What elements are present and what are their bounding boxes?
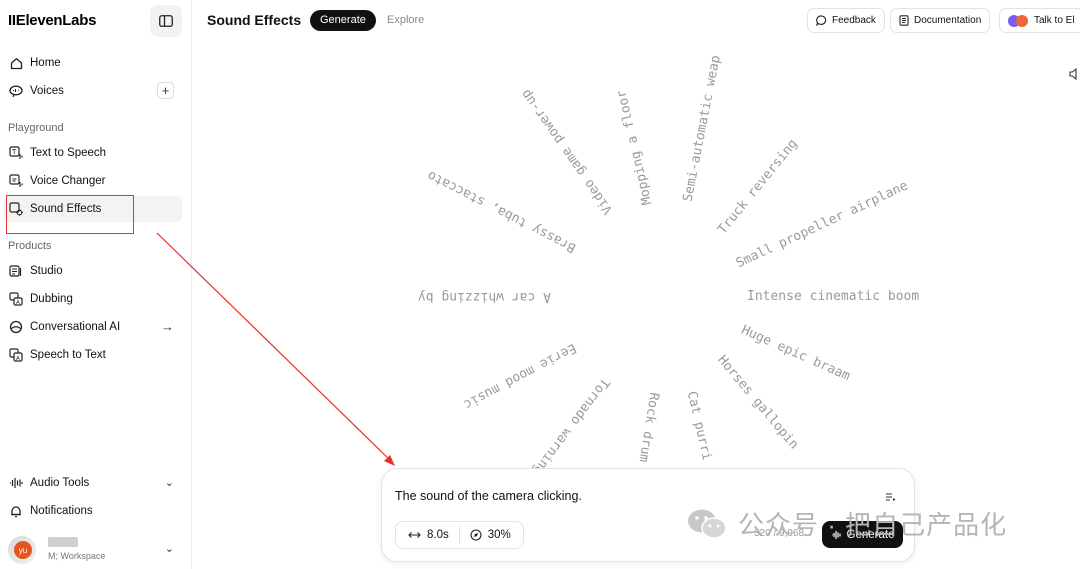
sidebar-item-conversational-ai[interactable]: Conversational AI → bbox=[4, 314, 182, 340]
svg-text:A: A bbox=[16, 356, 20, 362]
compass-icon bbox=[470, 529, 482, 541]
sidebar-item-audio-tools[interactable]: Audio Tools ⌄ bbox=[4, 470, 182, 496]
sidebar-item-label: Notifications bbox=[30, 505, 93, 517]
duration-setting[interactable]: 8.0s bbox=[404, 529, 453, 541]
avatar: yu bbox=[8, 536, 36, 564]
workspace-label: M; Workspace bbox=[48, 551, 106, 561]
waveform-icon bbox=[8, 475, 24, 491]
add-voice-button[interactable]: + bbox=[157, 82, 174, 99]
suggestion-prompt[interactable]: Video game power-up bbox=[519, 87, 617, 217]
sidebar-toggle-button[interactable] bbox=[150, 5, 182, 37]
suggestion-prompt[interactable]: Tornado warning bbox=[530, 375, 613, 478]
influence-value: 30% bbox=[487, 529, 511, 541]
avatar-initials: yu bbox=[14, 541, 32, 559]
text-to-speech-icon: T bbox=[8, 145, 24, 161]
influence-setting[interactable]: 30% bbox=[466, 529, 515, 541]
watermark-text: 公众号 · 把自己产品化 bbox=[738, 510, 1008, 540]
suggestion-prompt[interactable]: Huge epic braam bbox=[739, 322, 852, 383]
feedback-button[interactable]: Feedback bbox=[807, 8, 885, 33]
documentation-label: Documentation bbox=[914, 15, 982, 26]
sidebar-item-label: Speech to Text bbox=[30, 349, 106, 361]
svg-text:A: A bbox=[16, 300, 20, 306]
arrow-right-icon: → bbox=[161, 319, 174, 334]
documentation-button[interactable]: Documentation bbox=[890, 8, 991, 33]
sidebar-item-label: Home bbox=[30, 57, 61, 69]
prompt-input[interactable]: The sound of the camera clicking. bbox=[395, 489, 582, 503]
dubbing-icon: A bbox=[8, 291, 24, 307]
workspace-switcher[interactable]: yu M; Workspace ⌄ bbox=[8, 536, 184, 564]
sidebar-item-studio[interactable]: Studio bbox=[4, 258, 182, 284]
suggestion-prompt[interactable]: Semi-automatic weap bbox=[680, 54, 723, 203]
wechat-logo-icon bbox=[686, 507, 728, 541]
chat-bubble-icon bbox=[816, 15, 827, 26]
speaker-icon[interactable] bbox=[1069, 67, 1080, 85]
section-label-playground: Playground bbox=[8, 122, 64, 134]
generation-settings[interactable]: 8.0s 30% bbox=[395, 521, 524, 549]
sidebar-item-label: Audio Tools bbox=[30, 477, 90, 489]
page-title: Sound Effects bbox=[207, 12, 302, 28]
suggestion-prompt[interactable]: Small propeller airplane bbox=[734, 179, 911, 272]
sidebar-item-voice-changer[interactable]: Voice Changer bbox=[4, 168, 182, 194]
suggestion-prompt[interactable]: Eerie mood music bbox=[461, 340, 579, 412]
sidebar-item-label: Text to Speech bbox=[30, 147, 107, 159]
home-icon bbox=[8, 55, 24, 71]
suggestion-prompt[interactable]: Horses gallopin bbox=[715, 353, 802, 453]
divider bbox=[458, 526, 460, 544]
sidebar-item-speech-to-text[interactable]: A Speech to Text bbox=[4, 342, 182, 368]
arrows-horizontal-icon bbox=[408, 531, 421, 539]
agent-avatars-icon bbox=[1008, 14, 1028, 27]
sidebar-item-label: Dubbing bbox=[30, 293, 73, 305]
sidebar-item-label: Voices bbox=[30, 85, 64, 97]
talk-to-label: Talk to El bbox=[1034, 15, 1075, 26]
tab-explore[interactable]: Explore bbox=[387, 14, 424, 26]
feedback-label: Feedback bbox=[832, 15, 876, 26]
sidebar-item-label: Conversational AI bbox=[30, 321, 121, 333]
suggestion-prompt[interactable]: Brassy tuba, staccato bbox=[425, 167, 578, 255]
annotation-highlight-box bbox=[6, 195, 134, 234]
sidebar: IIElevenLabs Home Voices + Playground T … bbox=[0, 0, 192, 569]
sidebar-item-dubbing[interactable]: A Dubbing bbox=[4, 286, 182, 312]
chevron-down-icon: ⌄ bbox=[164, 477, 174, 489]
top-bar: Sound Effects Generate Explore Feedback … bbox=[193, 0, 1080, 42]
sidebar-item-notifications[interactable]: Notifications bbox=[4, 498, 182, 524]
sidebar-toggle-icon bbox=[159, 15, 173, 27]
suggestion-prompt[interactable]: Mopping a floor bbox=[614, 89, 655, 207]
sidebar-item-label: Voice Changer bbox=[30, 175, 106, 187]
voices-icon bbox=[8, 83, 24, 99]
bell-icon bbox=[8, 503, 24, 519]
duration-value: 8.0s bbox=[427, 529, 449, 541]
suggestion-prompt[interactable]: Truck reversing bbox=[715, 137, 801, 238]
brand-logo[interactable]: IIElevenLabs bbox=[8, 12, 96, 29]
tab-generate[interactable]: Generate bbox=[310, 10, 376, 31]
sidebar-item-voices[interactable]: Voices + bbox=[4, 78, 182, 104]
watermark: 公众号 · 把自己产品化 bbox=[686, 505, 1007, 542]
speech-to-text-icon: A bbox=[8, 347, 24, 363]
section-label-products: Products bbox=[8, 240, 52, 252]
document-icon bbox=[899, 15, 909, 26]
sidebar-item-label: Studio bbox=[30, 265, 63, 277]
conversational-ai-icon bbox=[8, 319, 24, 335]
suggestion-prompt[interactable]: Intense cinematic boom bbox=[747, 289, 919, 304]
voice-changer-icon bbox=[8, 173, 24, 189]
sidebar-item-text-to-speech[interactable]: T Text to Speech bbox=[4, 140, 182, 166]
sidebar-item-home[interactable]: Home bbox=[4, 50, 182, 76]
svg-text:T: T bbox=[11, 148, 17, 156]
chevron-down-icon: ⌄ bbox=[164, 543, 174, 555]
suggestion-prompt[interactable]: A car whizzing by bbox=[418, 289, 551, 304]
suggestion-prompt[interactable]: Cat purri bbox=[684, 389, 714, 461]
studio-icon bbox=[8, 263, 24, 279]
workspace-name-redacted bbox=[48, 537, 78, 547]
talk-to-el-button[interactable]: Talk to El bbox=[999, 8, 1080, 33]
suggestion-prompt[interactable]: Rock drum bbox=[635, 391, 661, 463]
